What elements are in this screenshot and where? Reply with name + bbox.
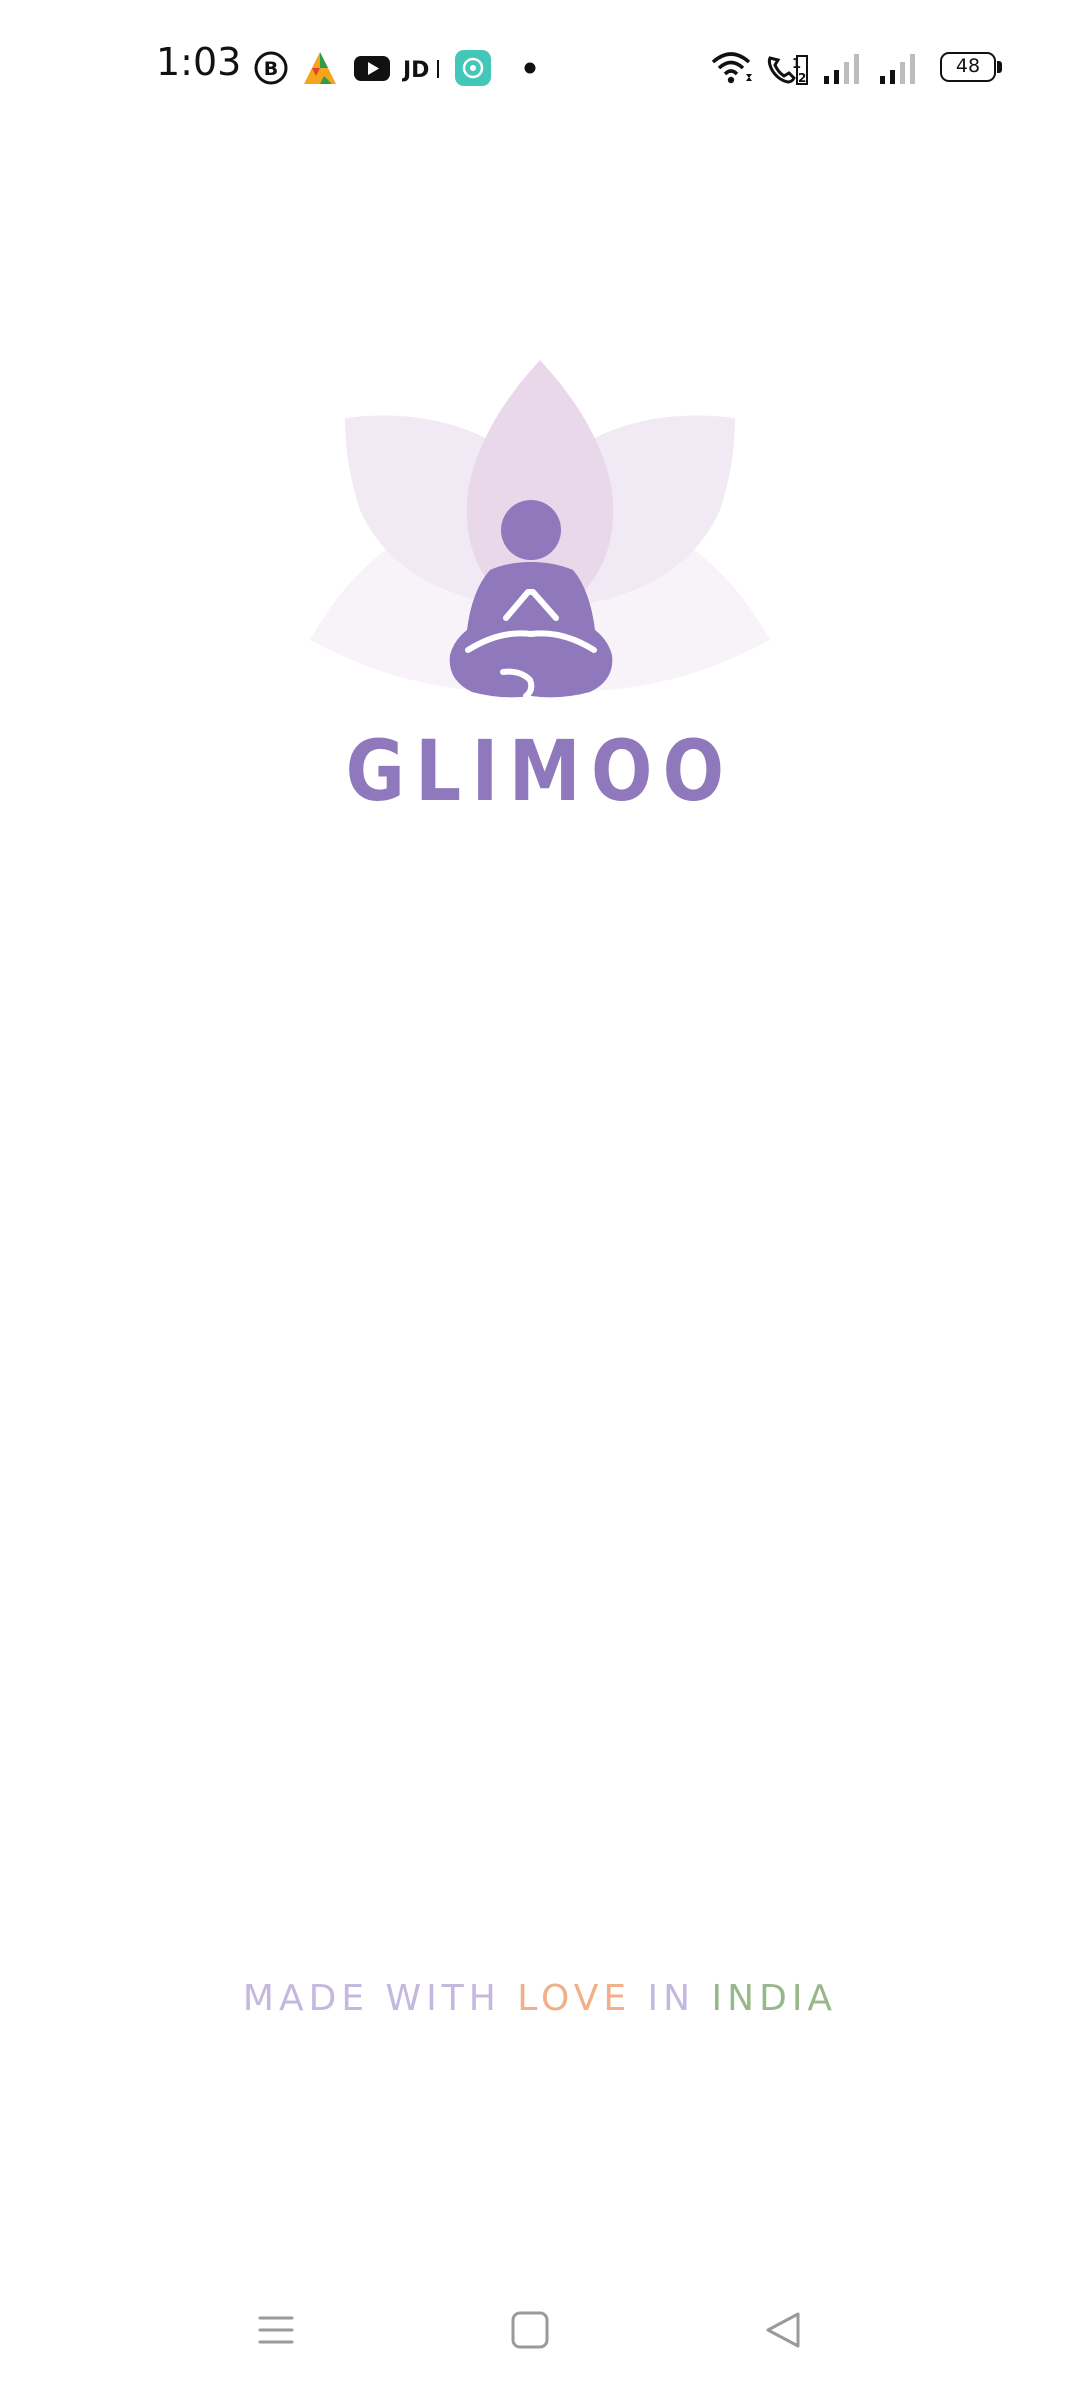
volte-call-icon: 1 2 <box>767 55 808 85</box>
app-name-logotype: GLIMOO <box>345 722 735 820</box>
tagline-india: INDIA <box>711 1978 838 2019</box>
tagline-part1: MADE WITH <box>242 1978 518 2019</box>
battery-cap <box>997 61 1002 73</box>
svg-text:B: B <box>264 58 278 80</box>
battery-level: 48 <box>955 55 981 77</box>
jd-icon: JD <box>402 58 439 83</box>
menu-icon[interactable] <box>246 2300 306 2360</box>
signal-sim1-icon <box>824 54 859 84</box>
tagline: MADE WITH LOVE IN INDIA <box>0 1978 1080 2019</box>
splash-screen: 1:03 B JD 1 2 48 GLIMOO MADE WITH LOVE I… <box>0 0 1080 2400</box>
dot-indicator <box>524 62 536 74</box>
wifi-icon <box>711 52 752 84</box>
signal-sim2-icon <box>880 54 915 84</box>
battery-icon: 48 <box>940 52 996 82</box>
meditating-figure-lotus-logo <box>310 360 770 699</box>
youtube-icon <box>354 56 390 81</box>
tagline-love: LOVE <box>517 1978 632 2019</box>
status-bar: 1:03 B JD 1 2 48 <box>0 0 1080 136</box>
business-icon: B <box>254 51 288 85</box>
svg-text:JD: JD <box>402 58 429 83</box>
app-triangle-icon <box>304 52 336 84</box>
chat-bubble-icon <box>455 50 491 86</box>
figure-head <box>501 500 561 560</box>
svg-text:2: 2 <box>798 71 806 85</box>
status-time: 1:03 <box>156 40 242 84</box>
tagline-part2: IN <box>631 1978 712 2019</box>
navigation-bar <box>0 2260 1080 2400</box>
home-icon[interactable] <box>500 2300 560 2360</box>
back-icon[interactable] <box>754 2300 814 2360</box>
